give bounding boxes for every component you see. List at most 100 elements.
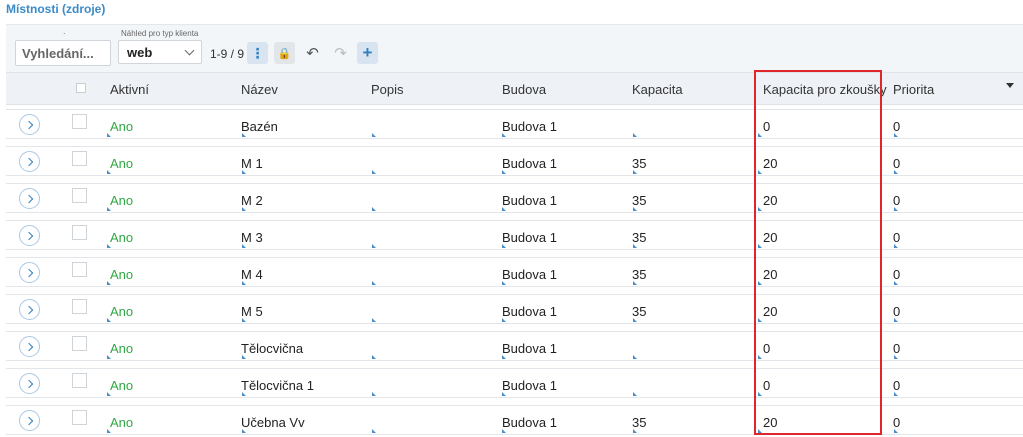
row-checkbox[interactable] <box>72 373 87 388</box>
editable-marker-icon <box>107 392 111 396</box>
table-row[interactable]: Ano M 3 Budova 1 35 20 0 <box>6 220 1023 250</box>
cell-priority[interactable]: 0 <box>893 230 900 245</box>
row-checkbox[interactable] <box>72 299 87 314</box>
row-checkbox[interactable] <box>72 336 87 351</box>
table-row[interactable]: Ano M 4 Budova 1 35 20 0 <box>6 257 1023 287</box>
cell-priority[interactable]: 0 <box>893 415 900 430</box>
cell-exam-capacity[interactable]: 0 <box>763 119 770 134</box>
cell-name[interactable]: M 5 <box>241 304 263 319</box>
cell-name[interactable]: Tělocvična <box>241 341 303 356</box>
row-checkbox[interactable] <box>72 188 87 203</box>
editable-marker-icon <box>894 281 898 285</box>
cell-active[interactable]: Ano <box>110 378 133 393</box>
cell-exam-capacity[interactable]: 20 <box>763 193 777 208</box>
column-name[interactable]: Název <box>241 82 278 97</box>
cell-building[interactable]: Budova 1 <box>502 415 557 430</box>
cell-name[interactable]: M 2 <box>241 193 263 208</box>
cell-priority[interactable]: 0 <box>893 341 900 356</box>
cell-active[interactable]: Ano <box>110 267 133 282</box>
expand-row-icon[interactable] <box>19 114 40 135</box>
cell-capacity[interactable]: 35 <box>632 267 646 282</box>
table-row[interactable]: Ano M 2 Budova 1 35 20 0 <box>6 183 1023 213</box>
client-view-select[interactable]: web <box>118 40 202 64</box>
add-button[interactable]: + <box>357 42 378 64</box>
column-exam-capacity[interactable]: Kapacita pro zkoušky <box>763 82 887 97</box>
cell-name[interactable]: Učebna Vv <box>241 415 305 430</box>
table-row[interactable]: Ano Bazén Budova 1 0 0 <box>6 109 1023 139</box>
cell-building[interactable]: Budova 1 <box>502 267 557 282</box>
expand-row-icon[interactable] <box>19 225 40 246</box>
cell-building[interactable]: Budova 1 <box>502 156 557 171</box>
column-capacity[interactable]: Kapacita <box>632 82 683 97</box>
expand-row-icon[interactable] <box>19 410 40 431</box>
cell-building[interactable]: Budova 1 <box>502 341 557 356</box>
cell-exam-capacity[interactable]: 20 <box>763 156 777 171</box>
expand-row-icon[interactable] <box>19 299 40 320</box>
cell-building[interactable]: Budova 1 <box>502 193 557 208</box>
cell-active[interactable]: Ano <box>110 304 133 319</box>
cell-exam-capacity[interactable]: 20 <box>763 267 777 282</box>
table-row[interactable]: Ano M 5 Budova 1 35 20 0 <box>6 294 1023 324</box>
cell-exam-capacity[interactable]: 20 <box>763 304 777 319</box>
cell-active[interactable]: Ano <box>110 230 133 245</box>
undo-icon[interactable]: ↶ <box>302 42 323 64</box>
row-checkbox[interactable] <box>72 151 87 166</box>
cell-capacity[interactable]: 35 <box>632 193 646 208</box>
more-menu-icon[interactable]: ⋮ <box>247 42 268 64</box>
cell-name[interactable]: M 4 <box>241 267 263 282</box>
table-row[interactable]: Ano Tělocvična 1 Budova 1 0 0 <box>6 368 1023 398</box>
cell-capacity[interactable]: 35 <box>632 415 646 430</box>
editable-marker-icon <box>372 392 376 396</box>
cell-exam-capacity[interactable]: 0 <box>763 341 770 356</box>
cell-capacity[interactable]: 35 <box>632 156 646 171</box>
cell-building[interactable]: Budova 1 <box>502 119 557 134</box>
lock-icon[interactable]: 🔒 <box>274 42 295 64</box>
cell-priority[interactable]: 0 <box>893 156 900 171</box>
editable-marker-icon <box>372 318 376 322</box>
editable-marker-icon <box>758 133 762 137</box>
cell-active[interactable]: Ano <box>110 193 133 208</box>
cell-name[interactable]: M 1 <box>241 156 263 171</box>
row-checkbox[interactable] <box>72 262 87 277</box>
search-input[interactable]: Vyhledání... <box>15 40 111 66</box>
cell-capacity[interactable]: 35 <box>632 230 646 245</box>
table-row[interactable]: Ano Tělocvična Budova 1 0 0 <box>6 331 1023 361</box>
cell-active[interactable]: Ano <box>110 119 133 134</box>
cell-priority[interactable]: 0 <box>893 119 900 134</box>
cell-capacity[interactable]: 35 <box>632 304 646 319</box>
cell-active[interactable]: Ano <box>110 156 133 171</box>
table-row[interactable]: Ano M 1 Budova 1 35 20 0 <box>6 146 1023 176</box>
cell-exam-capacity[interactable]: 0 <box>763 378 770 393</box>
expand-row-icon[interactable] <box>19 336 40 357</box>
cell-building[interactable]: Budova 1 <box>502 304 557 319</box>
table-row[interactable]: Ano Učebna Vv Budova 1 35 20 0 <box>6 405 1023 435</box>
cell-priority[interactable]: 0 <box>893 304 900 319</box>
expand-row-icon[interactable] <box>19 262 40 283</box>
cell-exam-capacity[interactable]: 20 <box>763 230 777 245</box>
expand-row-icon[interactable] <box>19 188 40 209</box>
cell-name[interactable]: Bazén <box>241 119 278 134</box>
select-all-checkbox[interactable] <box>76 83 86 93</box>
cell-building[interactable]: Budova 1 <box>502 230 557 245</box>
column-building[interactable]: Budova <box>502 82 546 97</box>
cell-building[interactable]: Budova 1 <box>502 378 557 393</box>
column-active[interactable]: Aktivní <box>110 82 149 97</box>
column-priority[interactable]: Priorita <box>893 82 934 97</box>
cell-active[interactable]: Ano <box>110 415 133 430</box>
cell-exam-capacity[interactable]: 20 <box>763 415 777 430</box>
column-description[interactable]: Popis <box>371 82 404 97</box>
cell-active[interactable]: Ano <box>110 341 133 356</box>
cell-priority[interactable]: 0 <box>893 378 900 393</box>
row-checkbox[interactable] <box>72 410 87 425</box>
row-checkbox[interactable] <box>72 114 87 129</box>
expand-row-icon[interactable] <box>19 151 40 172</box>
expand-row-icon[interactable] <box>19 373 40 394</box>
redo-icon[interactable]: ↷ <box>330 42 351 64</box>
row-checkbox[interactable] <box>72 225 87 240</box>
editable-marker-icon <box>633 244 637 248</box>
cell-priority[interactable]: 0 <box>893 267 900 282</box>
cell-name[interactable]: M 3 <box>241 230 263 245</box>
sort-caret-icon[interactable] <box>1006 83 1014 88</box>
cell-priority[interactable]: 0 <box>893 193 900 208</box>
cell-name[interactable]: Tělocvična 1 <box>241 378 314 393</box>
